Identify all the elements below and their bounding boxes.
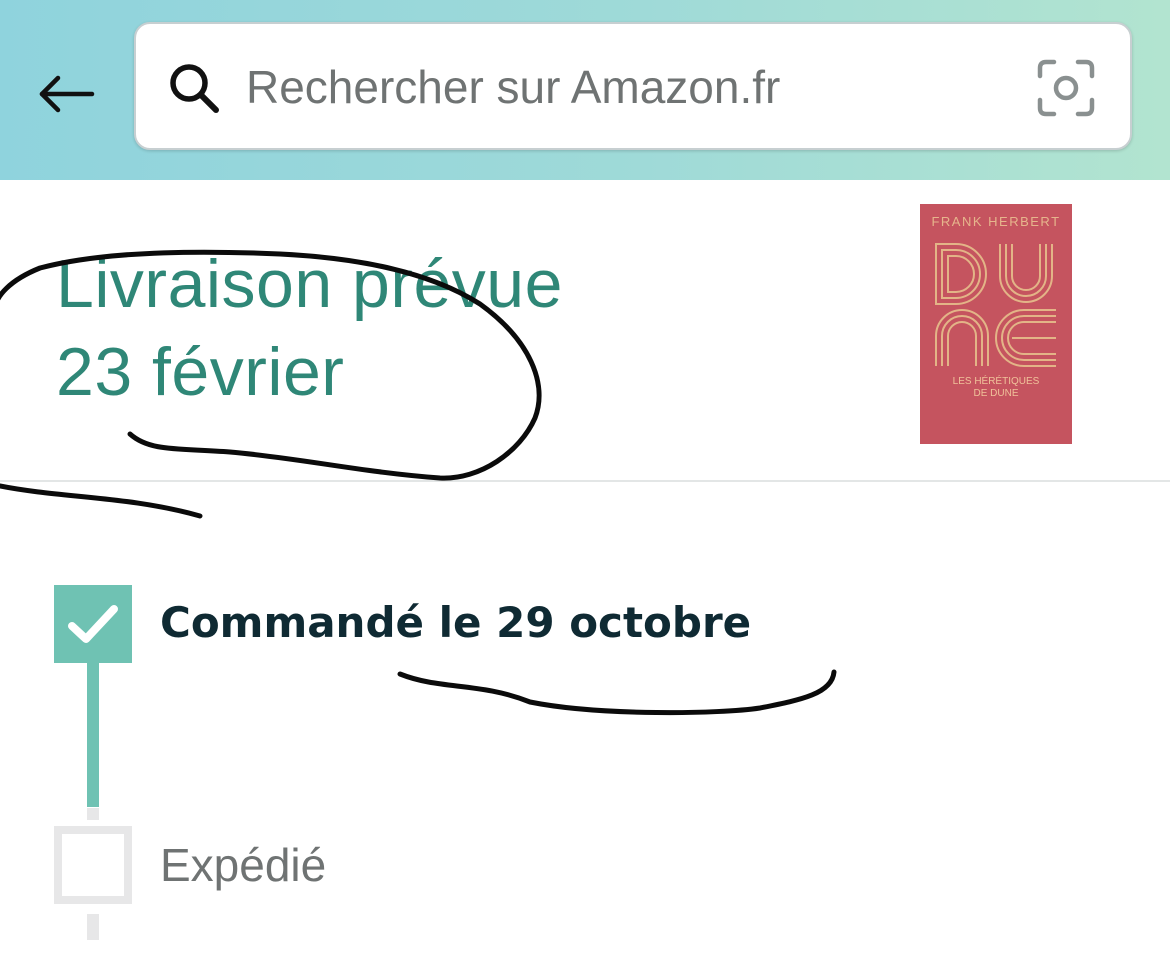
camera-scan-icon[interactable]	[1036, 58, 1096, 118]
book-title-art	[935, 243, 1056, 367]
product-thumbnail[interactable]: FRANK HERBERT LES HÉRÉTIQUES DE DUNE	[920, 204, 1072, 444]
delivery-label: Livraison prévue	[56, 246, 563, 322]
delivery-date: 23 février	[56, 334, 345, 410]
checkmark-icon	[68, 605, 118, 643]
progress-line-completed	[87, 660, 99, 807]
order-tracking-page: Livraison prévue 23 février FRANK HERBER…	[0, 0, 1170, 953]
section-divider	[0, 480, 1170, 482]
step-ordered-label: Commandé le 29 octobre	[160, 598, 752, 647]
step-shipped-checkbox	[54, 826, 132, 904]
expected-delivery-heading: Livraison prévue 23 février	[56, 240, 563, 416]
progress-line-pending	[87, 914, 99, 940]
top-search-bar	[0, 0, 1170, 180]
search-box[interactable]	[134, 22, 1132, 150]
progress-line-pending	[87, 808, 99, 820]
arrow-left-icon	[39, 75, 95, 113]
step-shipped-label: Expédié	[160, 839, 327, 891]
search-icon	[170, 64, 219, 113]
back-button[interactable]	[30, 60, 102, 128]
search-input[interactable]	[246, 54, 1006, 120]
book-subtitle: LES HÉRÉTIQUES DE DUNE	[952, 376, 1040, 399]
step-ordered-checkbox	[54, 585, 132, 663]
